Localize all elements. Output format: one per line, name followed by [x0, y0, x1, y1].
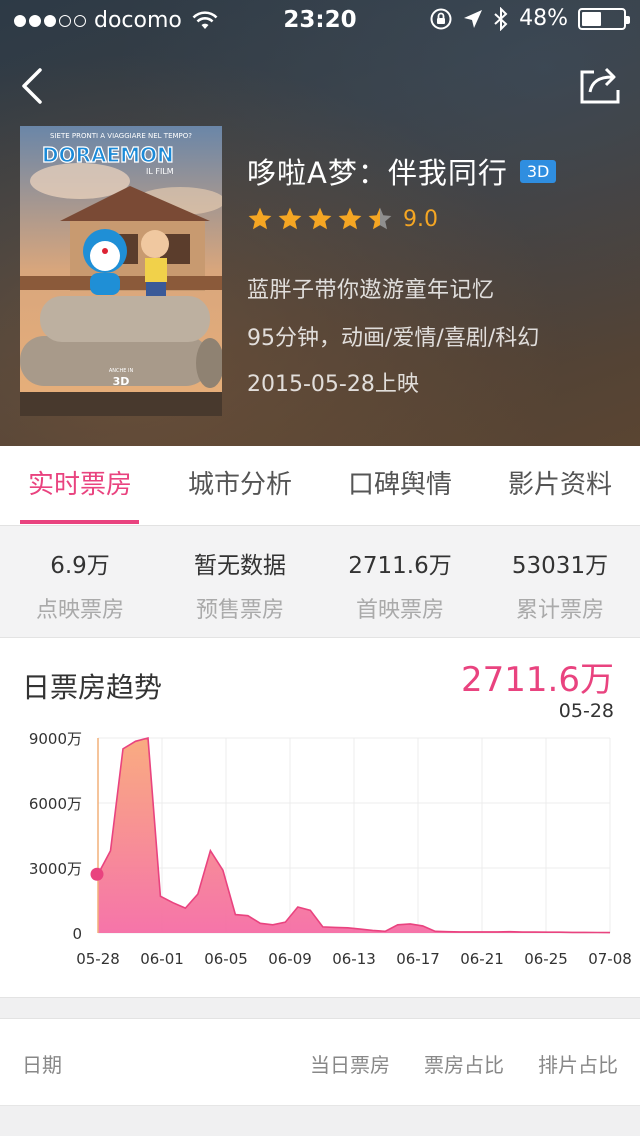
movie-title: 哆啦A梦：伴我同行 [247, 156, 508, 190]
movie-info: 哆啦A梦：伴我同行 3D 9.0 蓝胖子带你遨游童年记忆 95分钟，动画/爱情/… [247, 150, 630, 398]
chevron-left-icon [22, 68, 42, 104]
back-button[interactable] [14, 62, 54, 110]
box-office-stats: 6.9万 点映票房 暂无数据 预售票房 2711.6万 首映票房 53031万 … [0, 526, 640, 638]
share-icon [580, 67, 620, 104]
y-tick-label: 0 [72, 925, 82, 943]
x-tick-label: 07-08 [588, 950, 632, 968]
tab-active-indicator [20, 520, 139, 524]
status-bar: docomo 23:20 48% [0, 0, 640, 40]
stat-label: 首映票房 [355, 598, 444, 623]
x-tick-label: 06-13 [332, 950, 376, 968]
x-tick-label: 06-17 [396, 950, 440, 968]
column-box-office-share[interactable]: 票房占比 [424, 1049, 504, 1078]
x-tick-label: 05-28 [76, 950, 120, 968]
movie-release-date: 2015-05-28上映 [247, 372, 419, 397]
location-arrow-icon [464, 9, 483, 28]
svg-text:DORAEMON: DORAEMON [42, 143, 174, 167]
stat-value: 2711.6万 [348, 553, 452, 579]
stat-label: 点映票房 [35, 598, 124, 623]
star-icon [248, 207, 272, 230]
movie-poster[interactable]: SIETE PRONTI A VIAGGIARE NEL TEMPO? DORA… [20, 126, 222, 416]
star-icon [368, 207, 392, 230]
rating-row: 9.0 [247, 206, 630, 232]
movie-duration-genres: 95分钟，动画/爱情/喜剧/科幻 [247, 326, 540, 351]
tab-movie-info[interactable]: 影片资料 [480, 446, 640, 526]
title-row: 哆啦A梦：伴我同行 3D [247, 150, 630, 192]
rating-stars [247, 206, 393, 232]
box-office-table-header: 日期 当日票房 票房占比 排片占比 [0, 1018, 640, 1106]
tab-realtime-box-office[interactable]: 实时票房 [0, 446, 160, 526]
tab-city-analysis[interactable]: 城市分析 [160, 446, 320, 526]
stat-label: 累计票房 [515, 598, 604, 623]
stat-preview-box-office: 6.9万 点映票房 [0, 546, 160, 624]
stat-total-box-office: 53031万 累计票房 [480, 546, 640, 624]
highlight-point [90, 867, 104, 881]
column-daily-box-office[interactable]: 当日票房 [310, 1049, 390, 1078]
x-tick-label: 06-09 [268, 950, 312, 968]
star-icon [338, 207, 362, 230]
tab-bar: 实时票房 城市分析 口碑舆情 影片资料 [0, 446, 640, 526]
svg-text:IL FILM: IL FILM [146, 167, 174, 176]
y-tick-label: 9000万 [29, 730, 82, 748]
x-tick-label: 06-05 [204, 950, 248, 968]
y-tick-label: 6000万 [29, 795, 82, 813]
rating-score: 9.0 [403, 206, 438, 232]
stat-presale-box-office: 暂无数据 预售票房 [160, 546, 320, 624]
x-tick-label: 06-01 [140, 950, 184, 968]
column-date: 日期 [22, 1053, 62, 1077]
tab-word-of-mouth[interactable]: 口碑舆情 [320, 446, 480, 526]
stat-premiere-box-office: 2711.6万 首映票房 [320, 546, 480, 624]
stat-label: 预售票房 [195, 598, 284, 623]
stat-value: 6.9万 [50, 553, 110, 579]
movie-tagline: 蓝胖子带你遨游童年记忆 [247, 278, 495, 303]
bluetooth-icon [494, 6, 508, 31]
stat-value: 53031万 [511, 553, 609, 579]
x-tick-label: 06-21 [460, 950, 504, 968]
poster-art: SIETE PRONTI A VIAGGIARE NEL TEMPO? DORA… [20, 126, 222, 416]
share-button[interactable] [578, 64, 622, 106]
star-icon [278, 207, 302, 230]
svg-text:ANCHE IN: ANCHE IN [109, 368, 134, 374]
daily-box-office-chart[interactable]: 0 3000万 6000万 9000万 05-28 06-01 06-05 06-09 06-1… [0, 638, 640, 998]
column-screening-share[interactable]: 排片占比 [538, 1049, 618, 1078]
status-right: 48% [429, 6, 630, 31]
star-icon [308, 207, 332, 230]
svg-text:3D: 3D [113, 375, 130, 388]
battery-icon [578, 7, 630, 30]
rotation-lock-icon [430, 8, 452, 29]
movie-header: docomo 23:20 48% SIETE PRONTI A VIAGGIAR… [0, 0, 640, 446]
battery-percent: 48% [519, 6, 568, 31]
format-badge: 3D [519, 159, 557, 183]
x-tick-label: 06-25 [524, 950, 568, 968]
daily-box-office-chart-card: 日票房趋势 2711.6万 05-28 0 3000万 6000万 9000万 05-2… [0, 638, 640, 998]
svg-text:SIETE PRONTI A VIAGGIARE NEL T: SIETE PRONTI A VIAGGIARE NEL TEMPO? [50, 132, 192, 140]
y-tick-label: 3000万 [29, 860, 82, 878]
stat-value: 暂无数据 [194, 553, 286, 579]
